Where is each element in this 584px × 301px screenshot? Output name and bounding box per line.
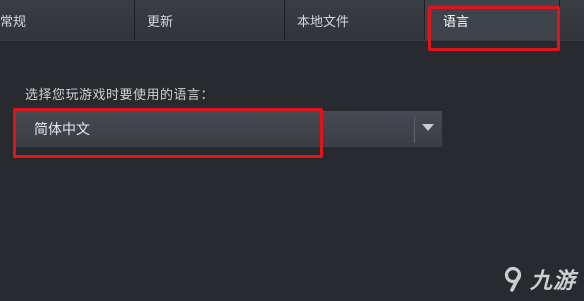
language-select[interactable]: 简体中文 (15, 110, 443, 148)
tab-language[interactable]: 语言 (425, 0, 560, 40)
tab-bar-filler (560, 0, 584, 40)
chevron-down-icon[interactable] (422, 124, 434, 131)
dropdown-divider (414, 117, 415, 143)
tab-updates[interactable]: 更新 (135, 0, 285, 40)
tab-language-label: 语言 (443, 14, 470, 30)
tab-bar: 常规 更新 本地文件 语言 (0, 0, 584, 41)
tab-updates-label: 更新 (147, 14, 174, 30)
tab-general-label: 常规 (0, 14, 27, 30)
9game-logo-icon (504, 266, 522, 292)
language-prompt: 选择您玩游戏时要使用的语言： (25, 88, 215, 103)
tab-local-files-label: 本地文件 (297, 14, 350, 30)
watermark-text: 九游 (529, 269, 576, 294)
watermark: 九游 (503, 263, 576, 295)
tab-general[interactable]: 常规 (0, 0, 135, 40)
tab-local-files[interactable]: 本地文件 (285, 0, 425, 40)
language-select-value: 简体中文 (34, 122, 90, 138)
